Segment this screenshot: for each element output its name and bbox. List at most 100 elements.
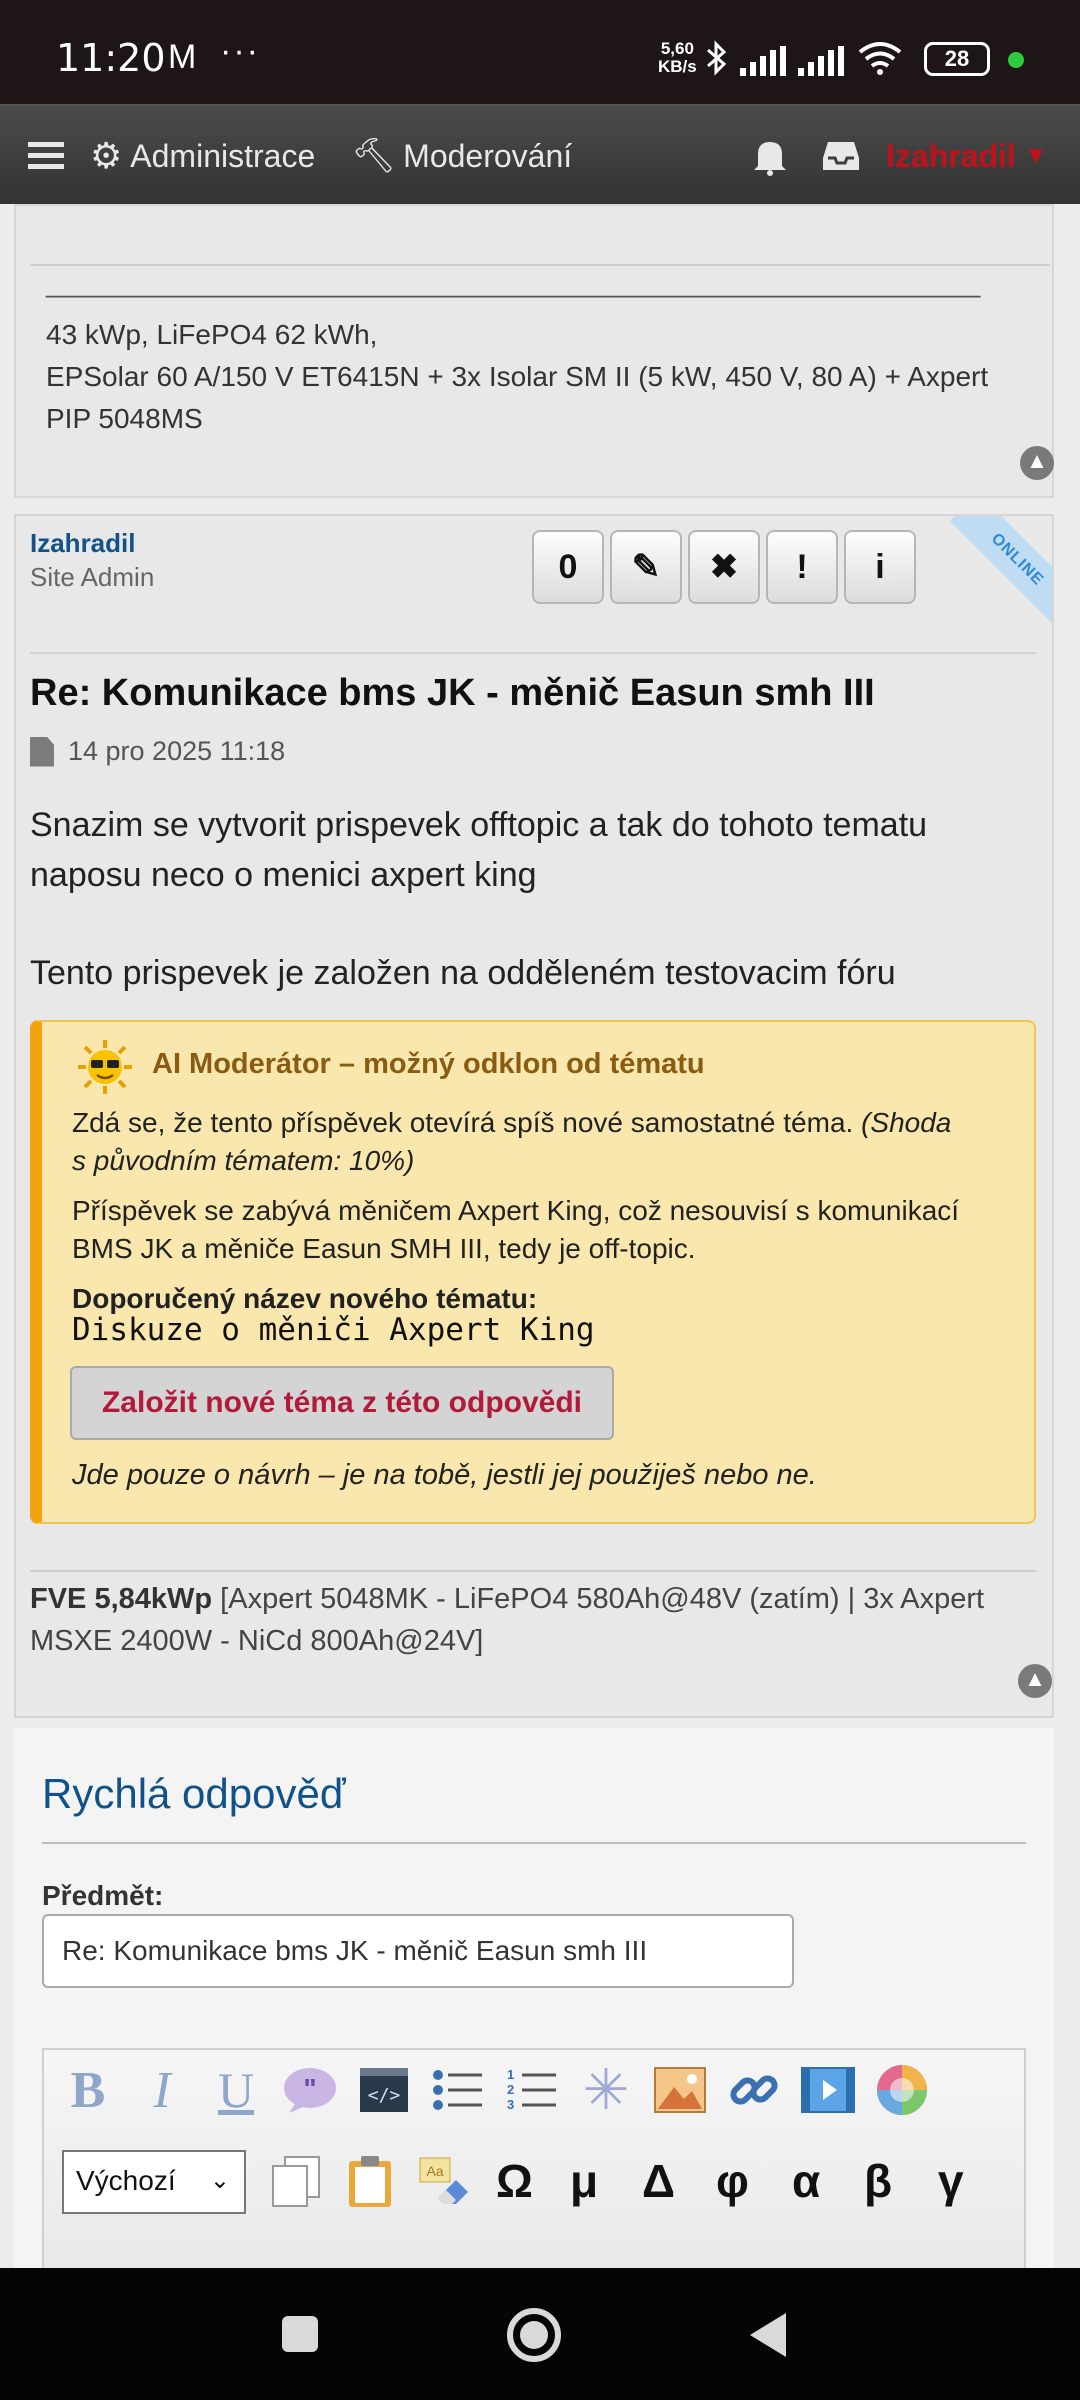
- signature-line: EPSolar 60 A/150 V ET6415N + 3x Isolar S…: [46, 361, 989, 392]
- post-icon: [30, 736, 54, 767]
- post-text: Snazim se vytvorit prispevek offtopic a …: [30, 806, 928, 844]
- edit-button[interactable]: ✎: [610, 530, 682, 604]
- svg-text:3: 3: [507, 2097, 514, 2112]
- report-button[interactable]: !: [766, 530, 838, 604]
- link-button[interactable]: [726, 2062, 782, 2118]
- post-meta: 14 pro 2025 11:18: [30, 736, 285, 767]
- signal-icon-sim2: [798, 46, 844, 76]
- signal-icon-sim1: [740, 46, 786, 76]
- underline-icon: U: [217, 2062, 255, 2118]
- system-navigation-bar: [0, 2268, 1080, 2400]
- battery-icon: 28: [924, 42, 990, 76]
- signature-rule: ________________________________________…: [46, 267, 981, 298]
- menu-button[interactable]: [28, 106, 64, 206]
- ai-notice-text: s původním tématem: 10%): [72, 1145, 415, 1176]
- svg-text:2: 2: [507, 2082, 514, 2097]
- quote-button[interactable]: ": [282, 2062, 338, 2118]
- copy-button[interactable]: [268, 2154, 324, 2210]
- suggested-title: Diskuze o měniči Axpert King: [72, 1312, 595, 1348]
- symbol-beta-button[interactable]: β: [864, 2154, 892, 2208]
- code-icon: </>: [360, 2068, 408, 2112]
- post-signature: FVE 5,84kWp [Axpert 5048MK - LiFePO4 580…: [30, 1583, 985, 1615]
- font-select[interactable]: Výchozí ⌄: [62, 2150, 246, 2214]
- symbol-alpha-button[interactable]: α: [792, 2154, 820, 2208]
- quick-reply-panel: Rychlá odpověď Předmět: B I U " </> 123 …: [14, 1728, 1054, 2308]
- eraser-icon: Aa: [419, 2157, 468, 2204]
- sun-with-sunglasses-icon: [78, 1040, 132, 1094]
- symbol-gamma-button[interactable]: γ: [938, 2154, 964, 2208]
- signature-line: PIP 5048MS: [46, 403, 203, 434]
- svg-text:": ": [303, 2073, 316, 2104]
- exclamation-icon: !: [796, 548, 808, 586]
- bold-icon: B: [70, 2061, 106, 2119]
- image-icon: [654, 2067, 706, 2113]
- paste-button[interactable]: [342, 2154, 398, 2210]
- quick-reply-title: Rychlá odpověď: [42, 1770, 346, 1817]
- caret-down-icon: ▼: [1023, 142, 1048, 169]
- bullet-list-icon: [433, 2070, 482, 2110]
- remove-format-button[interactable]: Aa: [416, 2154, 472, 2210]
- subject-label: Předmět:: [42, 1880, 164, 1911]
- svg-text:Aa: Aa: [426, 2163, 443, 2179]
- bullet-list-button[interactable]: [430, 2062, 486, 2118]
- hamburger-icon: [28, 142, 64, 169]
- back-to-top-button[interactable]: ▲: [1018, 1664, 1052, 1698]
- color-button[interactable]: [874, 2062, 930, 2118]
- video-icon: [801, 2067, 855, 2113]
- ai-notice-heading: AI Moderátor – možný odklon od tématu: [152, 1048, 705, 1080]
- info-icon: i: [875, 548, 885, 586]
- post-signature: MSXE 2400W - NiCd 800Ah@24V]: [30, 1625, 484, 1657]
- pencil-icon: ✎: [631, 548, 661, 586]
- symbol-mu-button[interactable]: μ: [570, 2154, 598, 2208]
- signature-line: 43 kWp, LiFePO4 62 kWh,: [46, 319, 378, 350]
- link-icon: [730, 2075, 778, 2105]
- svg-text:</>: </>: [368, 2085, 401, 2106]
- code-button[interactable]: </>: [356, 2062, 412, 2118]
- underline-button[interactable]: U: [208, 2062, 264, 2118]
- post-text: Tento prispevek je založen na odděleném …: [30, 954, 896, 992]
- image-button[interactable]: [652, 2062, 708, 2118]
- back-button[interactable]: [746, 2310, 790, 2360]
- symbol-omega-button[interactable]: Ω: [496, 2154, 533, 2208]
- post-date: 14 pro 2025 11:18: [68, 736, 286, 766]
- bold-button[interactable]: B: [60, 2061, 116, 2119]
- divider: [42, 1842, 1026, 1844]
- numbered-list-button[interactable]: 123: [504, 2062, 560, 2118]
- like-count-button[interactable]: 0: [532, 530, 604, 604]
- back-to-top-button[interactable]: ▲: [1020, 446, 1054, 480]
- post-title[interactable]: Re: Komunikace bms JK - měnič Easun smh …: [30, 672, 1040, 715]
- video-button[interactable]: [800, 2062, 856, 2118]
- gmail-icon: M: [168, 38, 197, 76]
- bluetooth-icon: [707, 40, 727, 76]
- nav-moderation[interactable]: 🔨︎ Moderování: [352, 106, 572, 206]
- previous-post: ________________________________________…: [14, 204, 1054, 498]
- home-button[interactable]: [507, 2308, 561, 2362]
- list-item-button[interactable]: ✳: [578, 2058, 634, 2121]
- home-icon: [520, 2321, 548, 2349]
- symbol-delta-button[interactable]: Δ: [642, 2154, 675, 2208]
- user-menu[interactable]: Izahradil ▼: [886, 106, 1048, 206]
- symbol-phi-button[interactable]: φ: [716, 2154, 749, 2208]
- nav-administration[interactable]: ⚙ Administrace: [90, 106, 315, 206]
- wifi-icon: [858, 42, 902, 75]
- post-author-link[interactable]: Izahradil: [30, 528, 135, 559]
- copy-icon: [272, 2156, 320, 2207]
- info-button[interactable]: i: [844, 530, 916, 604]
- post-text: naposu neco o menici axpert king: [30, 856, 537, 894]
- notifications-button[interactable]: [752, 106, 788, 206]
- divider: [30, 1570, 1036, 1572]
- clipboard-icon: [349, 2156, 391, 2207]
- cross-icon: ✖: [709, 548, 739, 586]
- delete-button[interactable]: ✖: [688, 530, 760, 604]
- asterisk-icon: ✳: [582, 2058, 630, 2121]
- ai-notice-note: Jde pouze o návrh – je na tobě, jestli j…: [72, 1459, 817, 1491]
- create-topic-button[interactable]: Založit nové téma z této odpovědi: [70, 1366, 614, 1440]
- svg-text:1: 1: [507, 2067, 514, 2082]
- recents-button[interactable]: [282, 2316, 318, 2352]
- subject-input[interactable]: [42, 1914, 794, 1988]
- numbered-list-icon: 123: [507, 2067, 556, 2112]
- italic-button[interactable]: I: [134, 2062, 190, 2119]
- forum-navbar: ⚙ Administrace 🔨︎ Moderování Izahradil ▼: [0, 104, 1080, 204]
- privacy-indicator-dot: [1008, 52, 1024, 68]
- private-messages-button[interactable]: [822, 106, 860, 206]
